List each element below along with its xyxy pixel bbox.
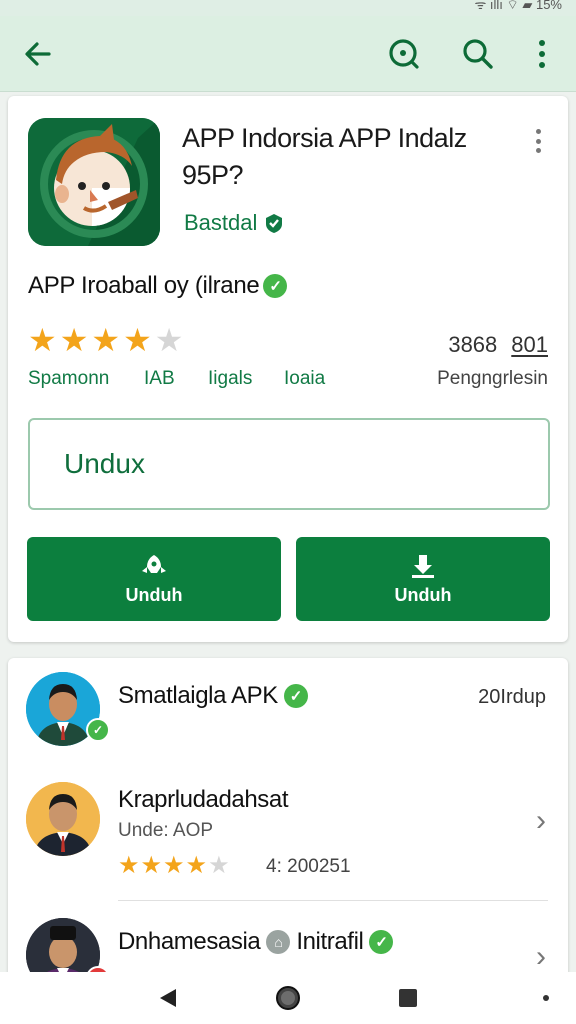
developer-name-row: Smatlaigla APK ✓ — [118, 682, 308, 710]
status-text: ᯤ ıllı ⌔ ▰ 15% — [474, 0, 562, 12]
star-icon: ★ — [118, 852, 140, 879]
verified-shield-icon — [266, 214, 283, 233]
app-icon[interactable] — [28, 118, 160, 246]
home-circle-icon — [276, 986, 300, 1010]
star-icon: ★ — [91, 322, 121, 358]
person-avatar-icon — [26, 782, 100, 856]
app-bar — [0, 16, 576, 92]
publisher-link[interactable]: Bastdal — [184, 210, 285, 236]
chevron-right-icon[interactable]: › — [536, 940, 546, 974]
star-icon: ★ — [185, 852, 208, 879]
developer-name-row: Dnhamesasia ⌂ Initrafil ✓ — [118, 928, 394, 956]
nav-extra-dot — [532, 984, 560, 1012]
search-icon — [463, 39, 493, 69]
download-button-left[interactable]: Unduh — [27, 537, 281, 621]
developer-date: 20Irdup — [478, 686, 546, 708]
rating-stars: ★ ★ ★ ★ ★ — [28, 324, 183, 356]
nav-recents-button[interactable] — [394, 984, 422, 1012]
stat-b[interactable]: 801 — [511, 332, 548, 357]
status-bar: ᯤ ıllı ⌔ ▰ 15% — [0, 0, 576, 16]
verified-check-icon: ✓ — [369, 930, 394, 954]
star-empty-icon: ★ — [154, 322, 184, 358]
more-options-button[interactable] — [522, 34, 562, 74]
text-input-field[interactable]: Undux — [28, 418, 550, 510]
star-icon: ★ — [28, 322, 57, 358]
app-title: APP Indorsia APP Indalz 95P? — [182, 123, 467, 190]
back-triangle-icon — [160, 989, 176, 1007]
download-label: Unduh — [125, 584, 183, 605]
stats: 3868 801 — [448, 332, 548, 358]
dot-icon — [543, 995, 549, 1001]
download-button-right[interactable]: Unduh — [296, 537, 550, 621]
divider — [118, 900, 548, 901]
developer-name-suffix: Initrafil — [296, 928, 364, 955]
verified-check-icon: ✓ — [283, 684, 308, 708]
verified-badge-icon: ✓ — [86, 718, 110, 742]
system-nav-bar — [0, 972, 576, 1024]
card-overflow-menu[interactable] — [526, 126, 550, 156]
download-icon — [412, 554, 434, 578]
byline-text: APP Iroaball oy (ilrane — [28, 272, 260, 299]
arrow-left-icon — [25, 42, 51, 66]
star-icon: ★ — [140, 852, 163, 879]
developer-row[interactable]: ✓ Smatlaigla APK ✓ 20Irdup — [8, 658, 568, 768]
meta-item[interactable]: Iigals — [208, 368, 252, 390]
star-icon: ★ — [163, 852, 185, 879]
developer-name: Kraprludadahsat — [118, 786, 289, 813]
search-button[interactable] — [458, 34, 498, 74]
chevron-right-icon[interactable]: › — [536, 804, 546, 838]
download-label: Unduh — [394, 584, 452, 605]
recents-square-icon — [399, 989, 417, 1007]
lens-button[interactable] — [384, 34, 424, 74]
input-value: Undux — [64, 448, 145, 479]
app-details-card: APP Indorsia APP Indalz 95P? Bastdal APP… — [8, 96, 568, 642]
developers-card: ✓ Smatlaigla APK ✓ 20Irdup Kraprludadahs… — [8, 658, 568, 998]
star-icon: ★ — [59, 322, 89, 358]
developer-name-row: Kraprludadahsat — [118, 786, 289, 814]
developer-rating-count: 4: 200251 — [266, 856, 351, 877]
lens-icon — [389, 39, 419, 69]
nav-home-button[interactable] — [274, 984, 302, 1012]
developer-rating-stars: ★ ★ ★ ★ ★ — [118, 854, 230, 878]
verified-check-icon: ✓ — [263, 274, 288, 298]
meta-item[interactable]: Ioaia — [284, 368, 325, 390]
back-button[interactable] — [18, 34, 58, 74]
character-face-icon — [28, 118, 160, 246]
meta-item[interactable]: IAB — [144, 368, 175, 390]
nav-back-button[interactable] — [154, 984, 182, 1012]
rocket-icon — [142, 554, 166, 573]
publisher-name: Bastdal — [184, 210, 258, 235]
developer-sub: Unde: AOP — [118, 820, 214, 841]
developer-name: Dnhamesasia — [118, 928, 261, 955]
avatar — [26, 782, 100, 856]
byline: APP Iroaball oy (ilrane ✓ — [28, 272, 288, 300]
developer-name: Smatlaigla APK — [118, 682, 278, 709]
star-empty-icon: ★ — [208, 852, 230, 879]
meta-item[interactable]: Spamonn — [28, 368, 109, 390]
star-icon: ★ — [123, 322, 152, 358]
more-vert-icon — [539, 40, 545, 68]
store-badge-icon: ⌂ — [266, 930, 291, 954]
meta-item-right: Pengngrlesin — [437, 368, 548, 389]
stat-a: 3868 — [448, 332, 498, 357]
developer-row[interactable]: Kraprludadahsat Unde: AOP ★ ★ ★ ★ ★ 4: 2… — [8, 768, 568, 898]
